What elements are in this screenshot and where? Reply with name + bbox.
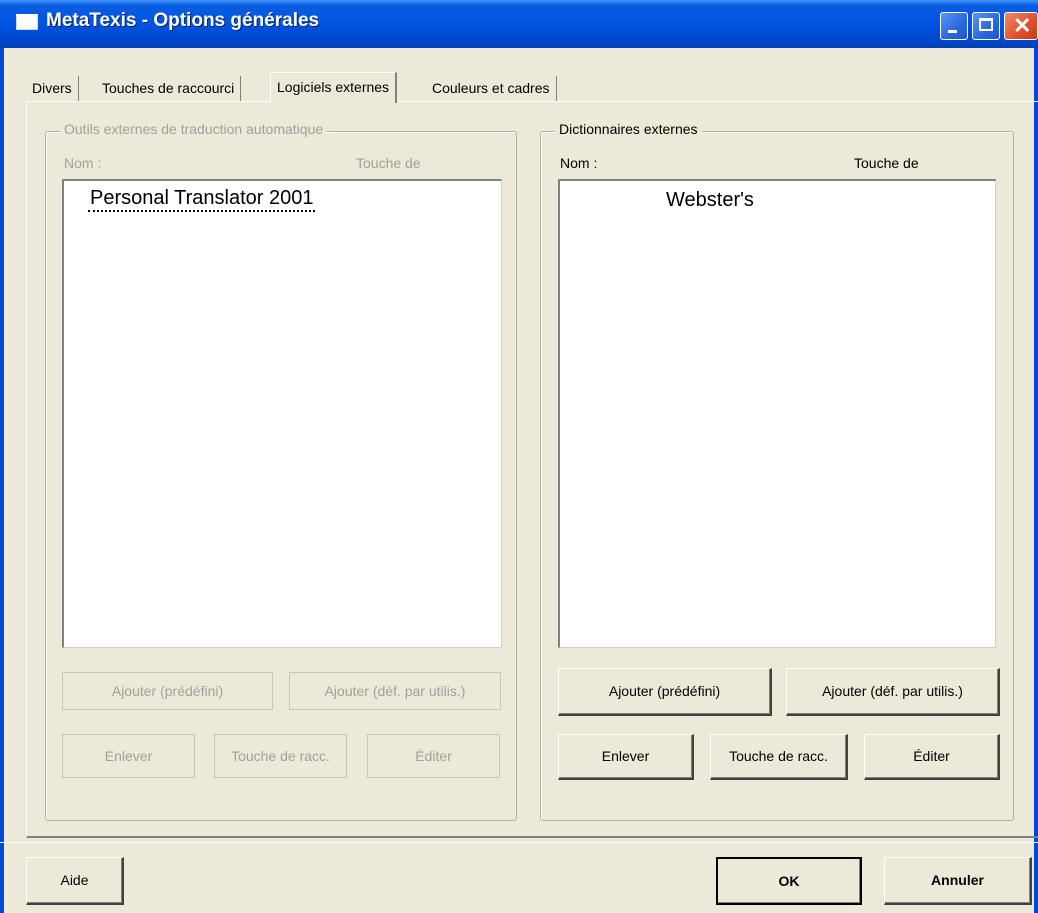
left-add-user-button[interactable]: Ajouter (déf. par utilis.) (289, 672, 501, 710)
list-item[interactable]: Webster's (666, 189, 754, 212)
external-dictionaries-legend: Dictionnaires externes (555, 121, 702, 137)
right-add-user-button[interactable]: Ajouter (déf. par utilis.) (786, 668, 1000, 716)
left-shortcut-button[interactable]: Touche de racc. (214, 734, 347, 778)
left-col-name: Nom : (64, 155, 102, 171)
tab-touches-de-raccourci[interactable]: Touches de raccourci (96, 76, 242, 102)
tab-divers[interactable]: Divers (26, 76, 79, 102)
right-shortcut-button[interactable]: Touche de racc. (710, 734, 848, 780)
window-title: MetaTexis - Options générales (46, 10, 320, 31)
help-button[interactable]: Aide (26, 857, 124, 905)
ok-button[interactable]: OK (716, 857, 862, 905)
close-button[interactable]: ✕ (1004, 12, 1038, 40)
machine-translation-legend: Outils externes de traduction automatiqu… (60, 121, 328, 137)
right-add-predefined-button[interactable]: Ajouter (prédéfini) (558, 668, 772, 716)
tab-logiciels-externes[interactable]: Logiciels externes (270, 72, 398, 103)
left-col-key: Touche de (356, 155, 421, 171)
external-dictionaries-list[interactable]: Webster's (558, 179, 996, 648)
window-app-icon[interactable] (16, 14, 38, 30)
window-frame-left (0, 48, 4, 913)
footer-separator (0, 842, 1038, 843)
right-col-name: Nom : (560, 155, 598, 171)
title-bar[interactable]: MetaTexis - Options générales ✕ (0, 0, 1038, 48)
left-remove-button[interactable]: Enlever (62, 734, 195, 778)
tab-couleurs-et-cadres[interactable]: Couleurs et cadres (426, 76, 557, 102)
left-edit-button[interactable]: Éditer (367, 734, 500, 778)
left-add-predefined-button[interactable]: Ajouter (prédéfini) (62, 672, 273, 710)
minimize-icon (948, 30, 957, 33)
list-item[interactable]: Personal Translator 2001 (88, 187, 316, 212)
right-col-key: Touche de (854, 155, 919, 171)
maximize-icon (979, 18, 993, 31)
close-icon: ✕ (1013, 13, 1032, 38)
maximize-button[interactable] (972, 12, 1000, 40)
right-edit-button[interactable]: Éditer (864, 734, 1000, 780)
minimize-button[interactable] (940, 12, 968, 40)
cancel-button[interactable]: Annuler (884, 857, 1032, 905)
right-remove-button[interactable]: Enlever (558, 734, 694, 780)
machine-translation-list[interactable]: Personal Translator 2001 (62, 179, 502, 648)
